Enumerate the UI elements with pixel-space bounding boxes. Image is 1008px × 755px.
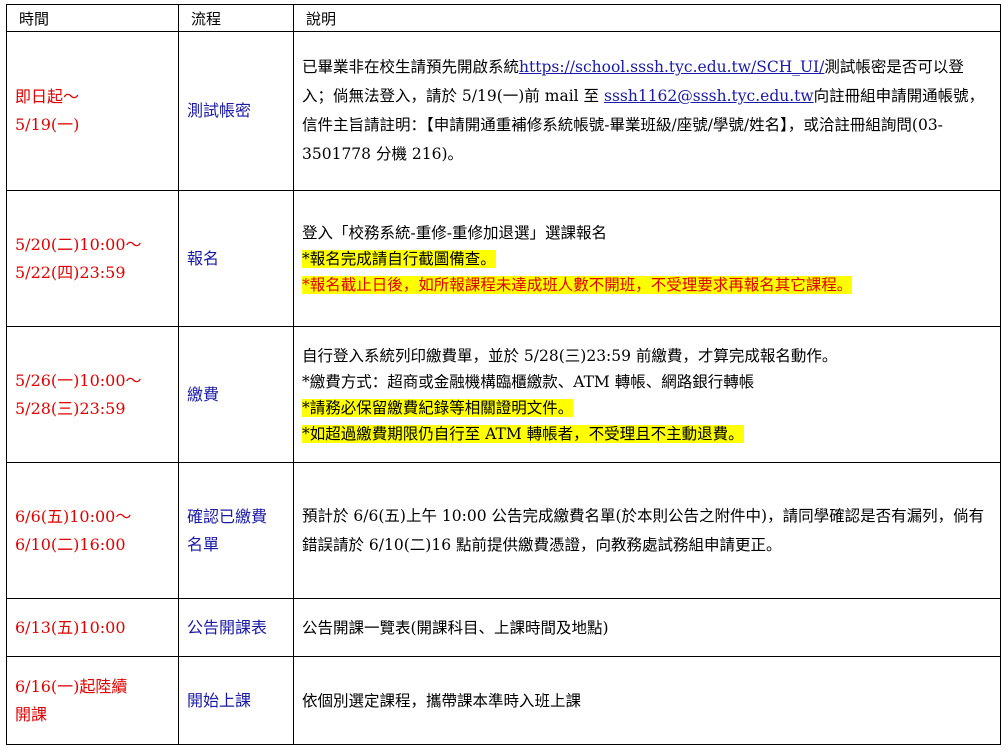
- process-cell: 公告開課表: [178, 598, 294, 657]
- description-cell: 預計於 6/6(五)上午 10:00 公告完成繳費名單(於本則公告之附件中)，請…: [293, 462, 1001, 599]
- time-line: 6/13(五)10:00: [15, 617, 126, 637]
- description-cell: 依個別選定課程，攜帶課本準時入班上課: [293, 656, 1001, 745]
- process-cell: 開始上課: [178, 656, 294, 745]
- desc-line: *繳費方式：超商或金融機構臨櫃繳款、ATM 轉帳、網路銀行轉帳: [302, 372, 755, 391]
- system-link[interactable]: https://school.sssh.tyc.edu.tw/SCH_UI/: [519, 58, 824, 76]
- process-label: 公告開課表: [187, 617, 268, 637]
- time-line: 即日起～: [15, 87, 80, 106]
- header-time: 時間: [6, 4, 179, 32]
- header-description: 說明: [293, 4, 1001, 32]
- table-row-start-class: 6/16(一)起陸續 開課 開始上課 依個別選定課程，攜帶課本準時入班上課: [6, 656, 1001, 745]
- time-cell: 6/6(五)10:00～ 6/10(二)16:00: [6, 462, 179, 599]
- desc-text: 預計於 6/6(五)上午 10:00 公告完成繳費名單(於本則公告之附件中)，請…: [302, 506, 985, 554]
- desc-text: 已畢業非在校生請預先開啟系統: [302, 58, 520, 76]
- time-cell: 6/13(五)10:00: [6, 598, 179, 657]
- description-cell: 自行登入系統列印繳費單，並於 5/28(三)23:59 前繳費，才算完成報名動作…: [293, 326, 1001, 463]
- time-line: 5/22(四)23:59: [15, 262, 126, 282]
- desc-line: 自行登入系統列印繳費單，並於 5/28(三)23:59 前繳費，才算完成報名動作…: [302, 346, 838, 365]
- table-row-payment: 5/26(一)10:00～ 5/28(三)23:59 繳費 自行登入系統列印繳費…: [6, 326, 1001, 463]
- process-cell: 繳費: [178, 326, 294, 463]
- process-label: 開始上課: [187, 690, 252, 710]
- table-row-test-account: 即日起～ 5/19(一) 測試帳密 已畢業非在校生請預先開啟系統https://…: [6, 31, 1001, 191]
- table-row-course-list: 6/13(五)10:00 公告開課表 公告開課一覽表(開課科目、上課時間及地點): [6, 598, 1001, 657]
- desc-text: 依個別選定課程，攜帶課本準時入班上課: [302, 691, 582, 710]
- schedule-table: 時間 流程 說明 即日起～ 5/19(一) 測試帳密 已畢業非在校生請預先開啟系…: [6, 4, 1001, 745]
- description-cell: 已畢業非在校生請預先開啟系統https://school.sssh.tyc.ed…: [293, 31, 1001, 191]
- time-cell: 5/20(二)10:00～ 5/22(四)23:59: [6, 190, 179, 327]
- time-line: 5/20(二)10:00～: [15, 234, 142, 254]
- time-line: 5/19(一): [15, 115, 80, 134]
- highlighted-note: *報名完成請自行截圖備查。: [302, 249, 496, 268]
- process-cell: 測試帳密: [178, 31, 294, 191]
- table-row-confirm-payment: 6/6(五)10:00～ 6/10(二)16:00 確認已繳費 名單 預計於 6…: [6, 462, 1001, 599]
- header-process: 流程: [178, 4, 294, 32]
- description-cell: 公告開課一覽表(開課科目、上課時間及地點): [293, 598, 1001, 657]
- time-cell: 5/26(一)10:00～ 5/28(三)23:59: [6, 326, 179, 463]
- process-label: 名單: [187, 534, 220, 554]
- time-line: 6/6(五)10:00～: [15, 506, 132, 526]
- process-label: 報名: [187, 248, 220, 268]
- email-link[interactable]: sssh1162@sssh.tyc.edu.tw: [604, 87, 814, 105]
- desc-line: 登入「校務系統-重修-重修加退選」選課報名: [302, 223, 607, 242]
- description-cell: 登入「校務系統-重修-重修加退選」選課報名 *報名完成請自行截圖備查。 *報名截…: [293, 190, 1001, 327]
- highlighted-warning: *報名截止日後，如所報課程未達成班人數不開班，不受理要求再報名其它課程。: [302, 275, 853, 294]
- time-line: 6/16(一)起陸續: [15, 676, 128, 696]
- time-cell: 即日起～ 5/19(一): [6, 31, 179, 191]
- process-cell: 報名: [178, 190, 294, 327]
- table-row-registration: 5/20(二)10:00～ 5/22(四)23:59 報名 登入「校務系統-重修…: [6, 190, 1001, 327]
- time-line: 開課: [15, 704, 48, 724]
- process-label: 繳費: [187, 384, 220, 404]
- desc-text: 公告開課一覽表(開課科目、上課時間及地點): [302, 618, 609, 637]
- highlighted-note: *如超過繳費期限仍自行至 ATM 轉帳者，不受理且不主動退費。: [302, 424, 744, 443]
- process-label: 測試帳密: [187, 101, 252, 120]
- time-cell: 6/16(一)起陸續 開課: [6, 656, 179, 745]
- time-line: 5/26(一)10:00～: [15, 370, 142, 390]
- time-line: 6/10(二)16:00: [15, 534, 126, 554]
- process-label: 確認已繳費: [187, 506, 268, 526]
- time-line: 5/28(三)23:59: [15, 398, 126, 418]
- table-header-row: 時間 流程 說明: [6, 4, 1001, 32]
- process-cell: 確認已繳費 名單: [178, 462, 294, 599]
- highlighted-note: *請務必保留繳費紀錄等相關證明文件。: [302, 398, 574, 417]
